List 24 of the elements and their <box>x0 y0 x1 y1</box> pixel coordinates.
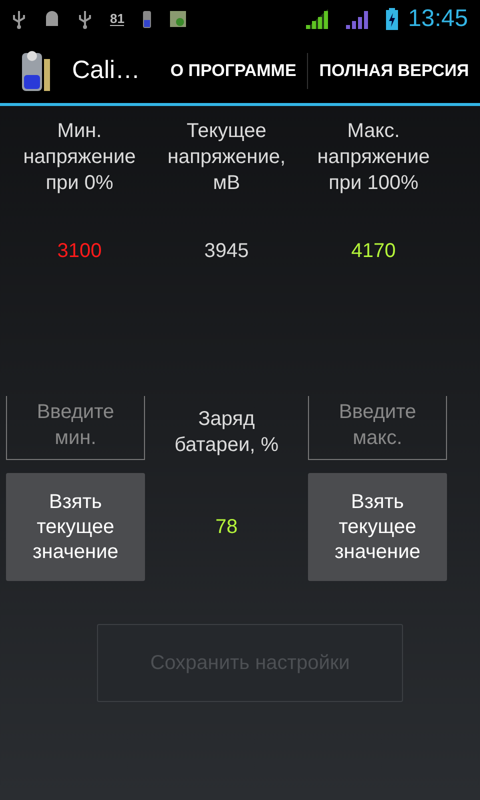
signal-icon <box>306 9 328 29</box>
usb-icon <box>78 9 92 29</box>
take-current-button[interactable]: Взять текущее значение <box>308 473 447 581</box>
column-heading: Мин. напряжение при 0% <box>22 119 137 196</box>
action-button[interactable]: О ПРОГРАММЕ <box>159 58 308 84</box>
battery-charging-icon <box>386 8 398 30</box>
voltage-value: 4170 <box>351 239 396 264</box>
take-current-button[interactable]: Взять текущее значение <box>6 473 145 581</box>
voltage-value: 3100 <box>57 239 102 264</box>
notification-count: 81 <box>110 12 124 26</box>
input-field[interactable]: Введите мин. <box>6 396 145 460</box>
voltage-value: 3945 <box>204 239 249 264</box>
image-icon <box>170 11 186 27</box>
charge-label: Заряд батареи, % <box>173 407 280 458</box>
column-heading: Макс. напряжение при 100% <box>316 119 431 196</box>
usb-icon <box>12 9 26 29</box>
charge-value: 78 <box>214 515 239 540</box>
app-title: Cali… <box>72 54 142 86</box>
column-heading: Текущее напряжение, мВ <box>166 119 287 196</box>
clock-time: 13:45 <box>408 4 468 34</box>
input-field[interactable]: Введите макс. <box>308 396 447 460</box>
battery-app-icon <box>142 9 152 29</box>
signal-icon <box>346 9 368 29</box>
action-button[interactable]: ПОЛНАЯ ВЕРСИЯ <box>308 58 480 84</box>
